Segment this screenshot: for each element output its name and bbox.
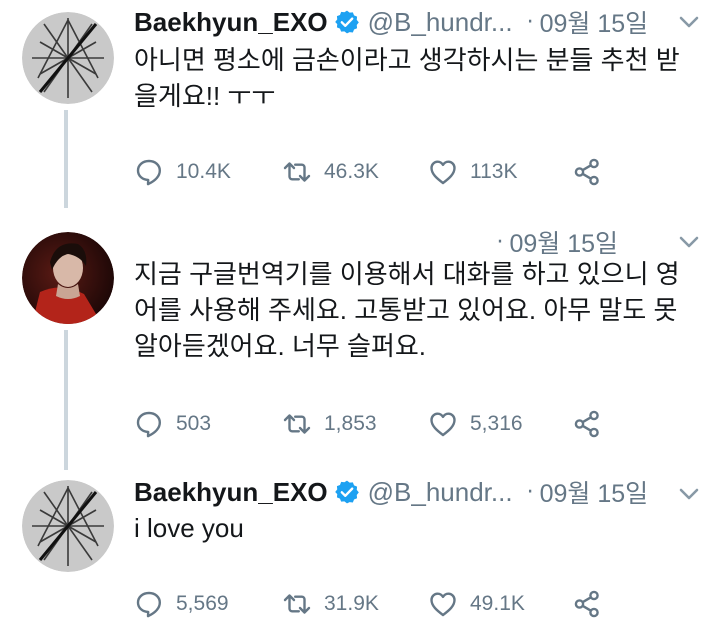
- display-name[interactable]: Baekhyun_EXO: [134, 477, 328, 508]
- retweet-icon: [283, 594, 311, 614]
- reply-icon: [136, 159, 161, 186]
- exo-logo-avatar-image: [22, 480, 114, 572]
- retweet-button[interactable]: 46.3K: [282, 152, 379, 192]
- reply-button[interactable]: 5,569: [134, 584, 229, 624]
- chevron-down-icon[interactable]: [676, 232, 702, 252]
- user-handle[interactable]: @B_hundr...: [368, 477, 513, 508]
- tweet[interactable]: Baekhyun_EXO @B_hundr... · 09월 15일 아니면 평…: [0, 0, 720, 210]
- share-icon: [574, 410, 599, 438]
- heart-icon: [430, 160, 456, 185]
- retweet-button[interactable]: 1,853: [282, 404, 377, 444]
- reply-button[interactable]: 503: [134, 404, 211, 444]
- chevron-down-icon[interactable]: [676, 12, 702, 32]
- user-avatar-image: [22, 232, 114, 324]
- verified-badge-icon: [334, 10, 359, 34]
- share-button[interactable]: [572, 404, 602, 444]
- reply-icon: [136, 411, 161, 438]
- like-button[interactable]: 5,316: [428, 404, 523, 444]
- heart-icon: [430, 412, 456, 437]
- tweet-date[interactable]: 09월 15일: [540, 474, 649, 510]
- separator-dot: ·: [496, 229, 504, 255]
- tweet-header: Baekhyun_EXO @B_hundr... · 09월 15일: [134, 2, 648, 42]
- verified-badge-icon: [334, 480, 359, 504]
- share-icon: [574, 590, 599, 618]
- tweet-actions: 5,569 31.9K 49.1K: [134, 584, 614, 624]
- reply-count: 10.4K: [176, 160, 231, 183]
- reply-count: 503: [176, 412, 212, 435]
- user-handle[interactable]: @B_hundr...: [368, 7, 513, 38]
- tweet-actions: 503 1,853 5,316: [134, 404, 614, 444]
- exo-logo-avatar-image: [22, 12, 114, 104]
- tweet-actions: 10.4K 46.3K 113K: [134, 152, 614, 192]
- like-count: 5,316: [470, 412, 523, 435]
- retweet-count: 1,853: [324, 412, 377, 435]
- tweet-text: i love you: [134, 513, 244, 543]
- reply-icon: [136, 591, 161, 618]
- tweet-header: Baekhyun_EXO @B_hundr... · 09월 15일: [134, 472, 648, 512]
- chevron-down-icon[interactable]: [676, 484, 702, 504]
- reply-count: 5,569: [176, 592, 229, 615]
- separator-dot: ·: [526, 9, 534, 35]
- share-button[interactable]: [572, 152, 602, 192]
- like-count: 113K: [470, 160, 518, 183]
- like-button[interactable]: 49.1K: [428, 584, 525, 624]
- avatar[interactable]: [22, 232, 114, 324]
- tweet-text: 지금 구글번역기를 이용해서 대화를 하고 있으니 영어를 사용해 주세요. 고…: [134, 259, 680, 361]
- heart-icon: [430, 592, 456, 617]
- like-button[interactable]: 113K: [428, 152, 518, 192]
- retweet-icon: [283, 414, 311, 434]
- retweet-count: 31.9K: [324, 592, 379, 615]
- share-icon: [574, 158, 599, 186]
- avatar[interactable]: [22, 12, 114, 104]
- like-count: 49.1K: [470, 592, 525, 615]
- retweet-icon: [283, 162, 311, 182]
- share-button[interactable]: [572, 584, 602, 624]
- reply-button[interactable]: 10.4K: [134, 152, 231, 192]
- display-name[interactable]: Baekhyun_EXO: [134, 7, 328, 38]
- tweet-date[interactable]: 09월 15일: [540, 4, 649, 40]
- avatar[interactable]: [22, 480, 114, 572]
- tweet-date[interactable]: 09월 15일: [509, 224, 618, 260]
- tweet[interactable]: Baekhyun_EXO @B_hundr... · 09월 15일 i lov…: [0, 470, 720, 632]
- retweet-button[interactable]: 31.9K: [282, 584, 379, 624]
- tweet-text: 아니면 평소에 금손이라고 생각하시는 분들 추천 받을게요!! ㅜㅜ: [134, 45, 680, 111]
- separator-dot: ·: [526, 479, 534, 505]
- tweet[interactable]: · 09월 15일 지금 구글번역기를 이용해서 대화를 하고 있으니 영어를 …: [0, 220, 720, 460]
- retweet-count: 46.3K: [324, 160, 379, 183]
